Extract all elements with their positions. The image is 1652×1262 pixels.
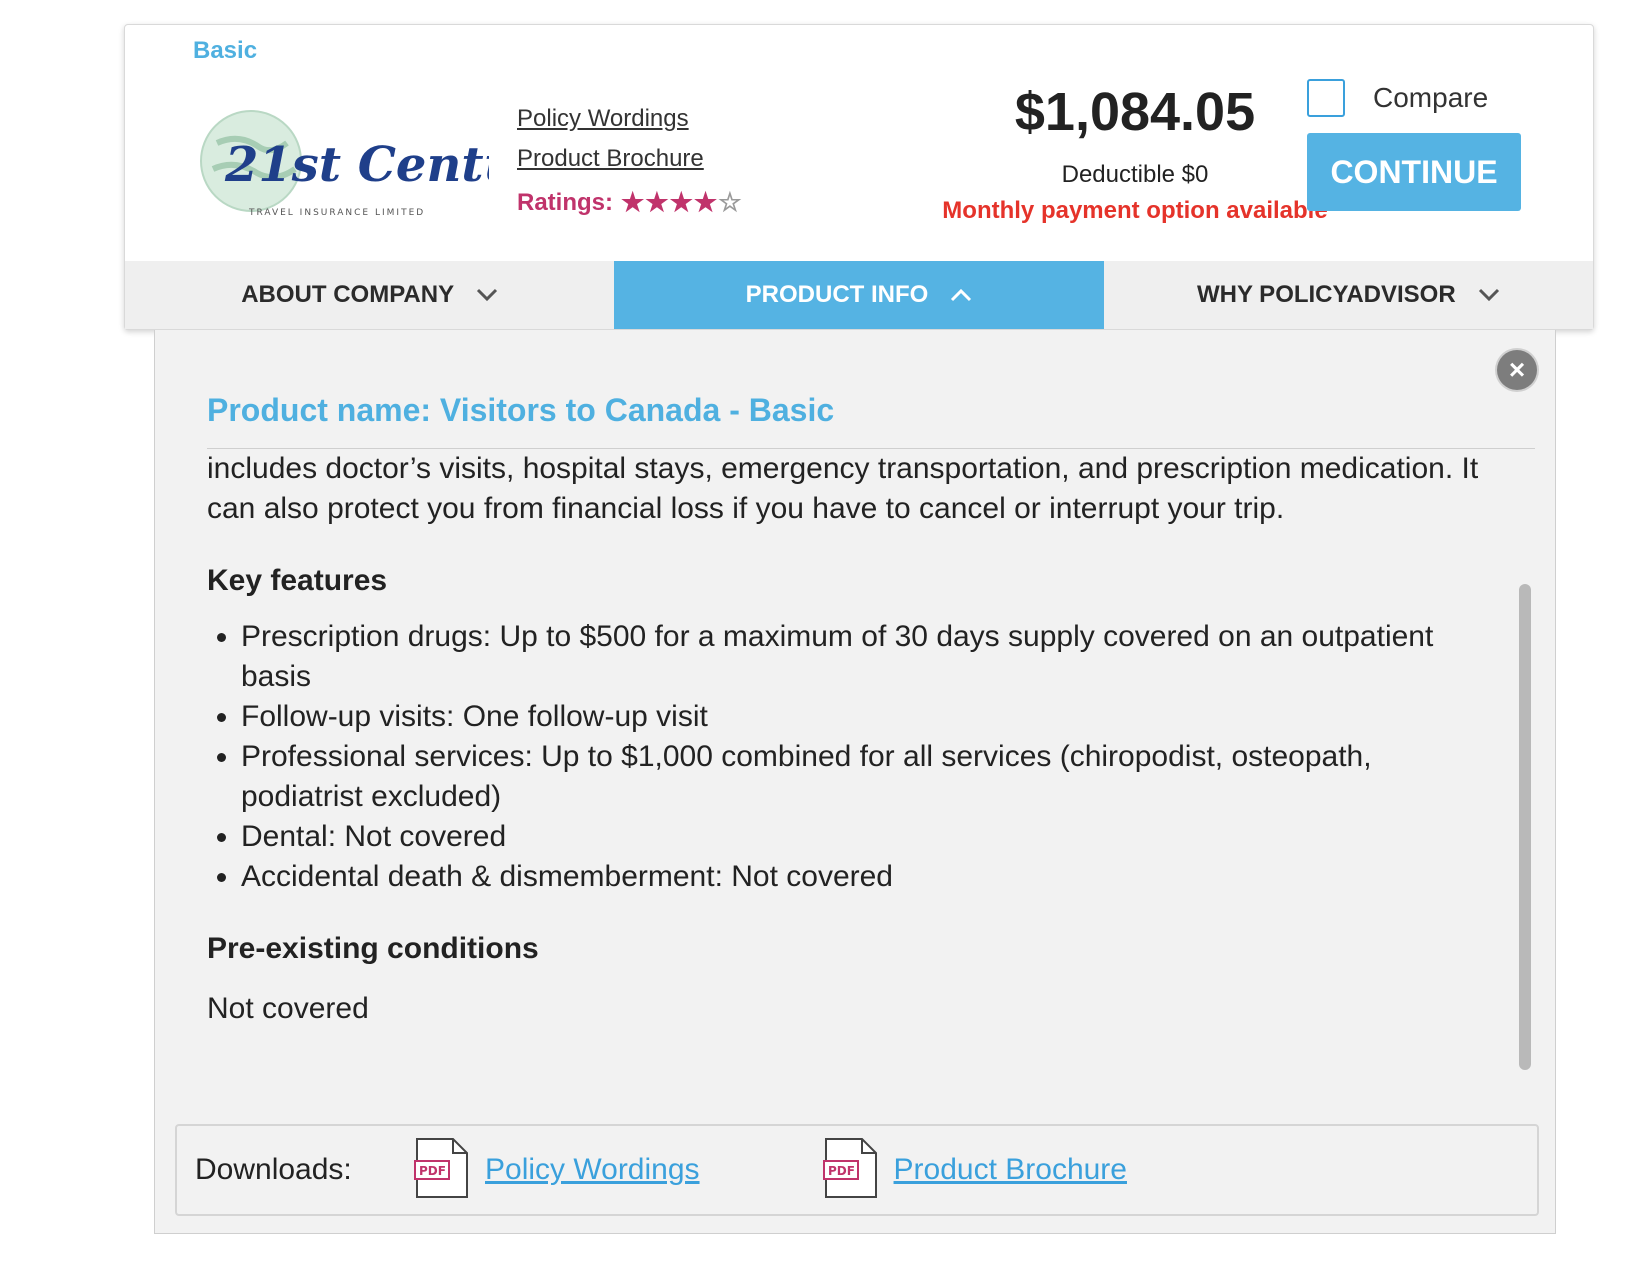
product-info-content: includes doctor’s visits, hospital stays… xyxy=(207,449,1497,1029)
company-logo: 21st Century TRAVEL INSURANCE LIMITED xyxy=(199,103,575,235)
logo-subtext: TRAVEL INSURANCE LIMITED xyxy=(248,208,425,218)
intro-text: includes doctor’s visits, hospital stays… xyxy=(207,449,1497,529)
downloads-bar: Downloads: PDF Policy Wordings PDF Produ… xyxy=(175,1124,1539,1216)
logo-text: 21st Century xyxy=(224,137,489,193)
tab-label: WHY POLICYADVISOR xyxy=(1196,281,1456,308)
product-info-scroll-area[interactable]: includes doctor’s visits, hospital stays… xyxy=(207,448,1535,1105)
list-item: Prescription drugs: Up to $500 for a max… xyxy=(241,617,1497,697)
tab-label: ABOUT COMPANY xyxy=(241,281,455,308)
svg-text:PDF: PDF xyxy=(828,1164,855,1178)
star-empty-icon: ☆ xyxy=(718,187,743,217)
compare-toggle[interactable]: Compare xyxy=(1307,79,1488,117)
pdf-icon: PDF xyxy=(413,1137,471,1204)
product-name: Product name: Visitors to Canada - Basic xyxy=(207,392,835,428)
preexisting-heading: Pre-existing conditions xyxy=(207,932,539,965)
tab-product-info[interactable]: PRODUCT INFO xyxy=(614,261,1104,329)
tab-label: PRODUCT INFO xyxy=(745,281,929,308)
info-tabs: ABOUT COMPANY PRODUCT INFO WHY POLICYADV… xyxy=(125,261,1593,329)
intro-paragraph: includes doctor’s visits, hospital stays… xyxy=(207,452,1479,525)
close-icon[interactable]: × xyxy=(1497,350,1537,390)
product-info-panel: × Product name: Visitors to Canada - Bas… xyxy=(154,330,1556,1234)
ratings: Ratings: ★★★★☆ xyxy=(517,187,743,218)
compare-label: Compare xyxy=(1373,82,1489,113)
chevron-down-icon xyxy=(1478,282,1500,308)
list-item: Follow-up visits: One follow-up visit xyxy=(241,697,1497,737)
list-item: Dental: Not covered xyxy=(241,817,1497,857)
monthly-payment-note: Monthly payment option available xyxy=(942,197,1328,224)
compare-checkbox[interactable] xyxy=(1307,79,1345,117)
key-features-heading: Key features xyxy=(207,564,388,597)
preexisting-text: Not covered xyxy=(207,992,369,1025)
policy-wordings-link[interactable]: Policy Wordings xyxy=(517,99,704,139)
rating-stars: ★★★★☆ xyxy=(621,187,743,218)
key-features-list: Prescription drugs: Up to $500 for a max… xyxy=(207,617,1497,897)
scrollbar-thumb[interactable] xyxy=(1519,584,1531,1070)
tab-about-company[interactable]: ABOUT COMPANY xyxy=(125,261,615,329)
list-item: Accidental death & dismemberment: Not co… xyxy=(241,857,1497,897)
star-filled-icon: ★★★★ xyxy=(621,187,719,217)
policy-wordings-download-link[interactable]: Policy Wordings xyxy=(485,1153,700,1187)
list-item: Professional services: Up to $1,000 comb… xyxy=(241,737,1497,817)
download-product-brochure[interactable]: PDF Product Brochure xyxy=(822,1137,1127,1204)
tab-why-policyadvisor[interactable]: WHY POLICYADVISOR xyxy=(1103,261,1593,329)
chevron-down-icon xyxy=(476,282,498,308)
scrollbar[interactable] xyxy=(1515,448,1535,1104)
product-brochure-download-link[interactable]: Product Brochure xyxy=(894,1153,1127,1187)
plan-tier-label: Basic xyxy=(193,37,258,64)
deductible-text: Deductible $0 xyxy=(1061,161,1209,188)
product-card: Basic 21st Century TRAVEL INSURANCE LIMI… xyxy=(124,24,1594,330)
download-policy-wordings[interactable]: PDF Policy Wordings xyxy=(413,1137,700,1204)
premium-price: $1,084.05 xyxy=(1014,82,1256,142)
continue-button[interactable]: CONTINUE xyxy=(1307,133,1521,211)
chevron-up-icon xyxy=(950,282,972,308)
ratings-label: Ratings: xyxy=(517,188,613,216)
pdf-icon: PDF xyxy=(822,1137,880,1204)
document-links: Policy Wordings Product Brochure xyxy=(517,99,704,179)
product-brochure-link[interactable]: Product Brochure xyxy=(517,139,704,179)
svg-text:PDF: PDF xyxy=(419,1164,446,1178)
downloads-label: Downloads: xyxy=(195,1153,352,1186)
